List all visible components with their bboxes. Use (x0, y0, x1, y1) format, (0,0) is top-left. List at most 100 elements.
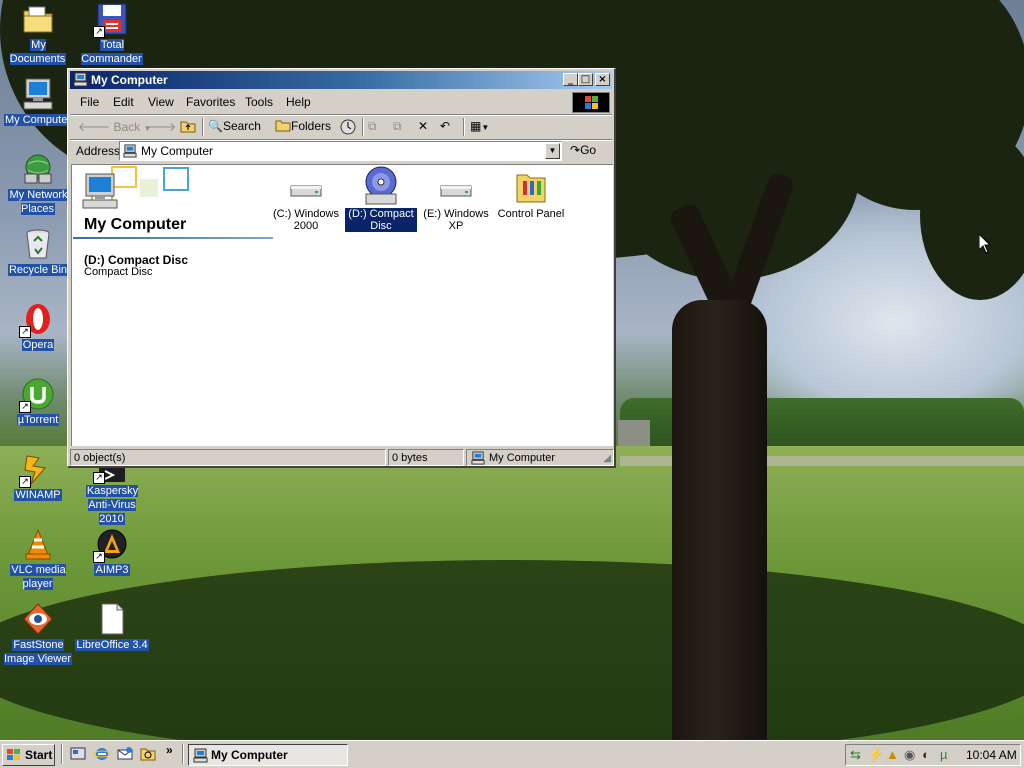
start-button[interactable]: Start (2, 744, 55, 766)
item-label: Control Panel (497, 208, 565, 220)
menu-edit[interactable]: Edit (113, 95, 134, 109)
search-button[interactable]: 🔍Search (208, 119, 261, 133)
item-label: (D:) Compact Disc (345, 208, 417, 232)
drive-c-item[interactable]: (C:) Windows 2000 (270, 175, 342, 232)
maximize-button[interactable]: □ (578, 73, 593, 86)
menu-view[interactable]: View (148, 95, 174, 109)
wallpaper-tree-trunk (672, 300, 767, 740)
computer-icon (21, 77, 55, 111)
copy-to-icon[interactable]: ⧉ (393, 119, 402, 134)
desktop-icon-my-documents[interactable]: My Documents (1, 2, 75, 66)
drive-e-item[interactable]: (E:) Windows XP (420, 175, 492, 232)
control-panel-item[interactable]: Control Panel (495, 167, 567, 220)
desktop-icon-aimp3[interactable]: ↗ AIMP3 (75, 527, 149, 577)
desktop-icon-label: My Network Places (8, 189, 68, 215)
desktop-icon-opera[interactable]: ↗ Opera (1, 302, 75, 352)
resize-grip-icon[interactable]: ◢ (603, 453, 611, 464)
window-titlebar[interactable]: My Computer _ □ × (70, 71, 612, 89)
outlook-express-icon[interactable] (117, 746, 133, 762)
desktop-icon-my-network-places[interactable]: My Network Places (1, 152, 75, 216)
pane-title: My Computer (84, 216, 187, 233)
chevron-down-icon: ▼ (548, 146, 557, 155)
move-to-icon[interactable]: ⧉ (368, 119, 377, 134)
vlc-icon (21, 527, 55, 561)
folder-view[interactable]: My Computer (D:) Compact Disc Compact Di… (71, 164, 613, 446)
tray-volume-icon[interactable]: ◐ (922, 747, 930, 762)
explorer-search-icon[interactable] (140, 746, 156, 762)
address-input[interactable]: My Computer ▼ (119, 141, 562, 161)
standard-toolbar: 🡐 Back ▼ 🡒 ▼ 🔍Search Folders ⧉ ⧉ ✕ ↶ ▦▼ (70, 116, 612, 138)
delete-icon[interactable]: ✕ (418, 119, 428, 133)
computer-icon (82, 173, 118, 209)
computer-icon (73, 72, 88, 87)
taskbar-button-my-computer[interactable]: My Computer (188, 744, 348, 766)
computer-icon (193, 748, 208, 763)
desktop-icon-winamp[interactable]: ↗ WINAMP (1, 452, 75, 502)
go-label: Go (580, 143, 597, 157)
clock[interactable]: 10:04 AM (966, 748, 1017, 762)
folders-label: Folders (291, 119, 332, 133)
tray-kaspersky-icon[interactable]: ◉ (904, 747, 915, 763)
folders-button[interactable]: Folders (275, 119, 331, 133)
taskbar-separator (182, 744, 184, 764)
item-label: (C:) Windows 2000 (272, 208, 339, 232)
explorer-window[interactable]: My Computer _ □ × File Edit View Favorit… (67, 68, 616, 468)
desktop-icon-vlc[interactable]: VLC media player (1, 527, 75, 591)
quick-launch-more[interactable]: » (166, 743, 173, 757)
computer-icon (471, 451, 485, 465)
desktop-icon-label: My Documents (9, 39, 67, 65)
menu-bar: File Edit View Favorites Tools Help (70, 91, 612, 113)
tray-winamp-icon[interactable]: ⚡ (868, 747, 884, 763)
internet-explorer-icon[interactable] (93, 746, 111, 762)
status-zone-label: My Computer (489, 452, 556, 464)
drive-d-item[interactable]: (D:) Compact Disc (345, 166, 417, 232)
folders-icon (275, 120, 291, 132)
toolbar-separator (463, 118, 465, 136)
desktop-icon-label: µTorrent (16, 414, 60, 426)
desktop-icon-faststone[interactable]: FastStone Image Viewer (1, 602, 75, 666)
selected-item-type: Compact Disc (84, 266, 153, 278)
aimp-icon: ↗ (93, 527, 129, 563)
libreoffice-icon (95, 602, 129, 636)
desktop-icon-label: Opera (21, 339, 55, 351)
status-zone: My Computer (466, 449, 614, 466)
menu-favorites[interactable]: Favorites (186, 95, 235, 109)
tray-aimp-icon[interactable]: ▲ (886, 747, 899, 762)
windows-logo-icon (7, 749, 20, 760)
address-value: My Computer (141, 144, 214, 158)
status-object-count: 0 object(s) (70, 449, 386, 466)
taskbar-separator (61, 744, 63, 764)
history-button[interactable] (340, 119, 356, 138)
undo-icon[interactable]: ↶ (440, 119, 450, 133)
go-button[interactable]: ↷Go (570, 143, 596, 157)
close-button[interactable]: × (595, 73, 610, 86)
tray-utorrent-icon[interactable]: µ (940, 747, 948, 762)
minimize-button[interactable]: _ (563, 73, 578, 86)
shortcut-arrow-icon: ↗ (93, 551, 105, 563)
tray-network-icon[interactable]: ⇆ (850, 747, 861, 763)
desktop-icon-total-commander[interactable]: ↗ Total Commander (75, 2, 149, 66)
back-label: Back (113, 120, 141, 134)
desktop-icon-utorrent[interactable]: ↗ µTorrent (1, 377, 75, 427)
taskbar-button-label: My Computer (211, 748, 288, 762)
utorrent-icon: ↗ (19, 377, 55, 413)
history-icon (340, 119, 356, 135)
menu-tools[interactable]: Tools (245, 95, 273, 109)
show-desktop-icon[interactable] (70, 746, 86, 762)
toolbar-separator (202, 118, 204, 136)
desktop-icon-my-computer[interactable]: My Computer (1, 77, 75, 127)
desktop-icon-libreoffice[interactable]: LibreOffice 3.4 (75, 602, 149, 652)
menu-file[interactable]: File (80, 95, 99, 109)
back-button[interactable]: 🡐 Back ▼ (78, 119, 151, 134)
opera-icon: ↗ (19, 302, 55, 338)
shortcut-arrow-icon: ↗ (19, 401, 31, 413)
address-dropdown-button[interactable]: ▼ (545, 143, 560, 159)
desktop-icon-label: AIMP3 (94, 564, 130, 576)
status-size: 0 bytes (388, 449, 464, 466)
views-icon: ▦ (470, 119, 482, 133)
menu-help[interactable]: Help (286, 95, 311, 109)
views-button[interactable]: ▦▼ (470, 119, 489, 133)
up-folder-icon[interactable] (180, 119, 196, 136)
floppy-disk-icon: ↗ (93, 2, 129, 38)
desktop-icon-recycle-bin[interactable]: Recycle Bin (1, 227, 75, 277)
